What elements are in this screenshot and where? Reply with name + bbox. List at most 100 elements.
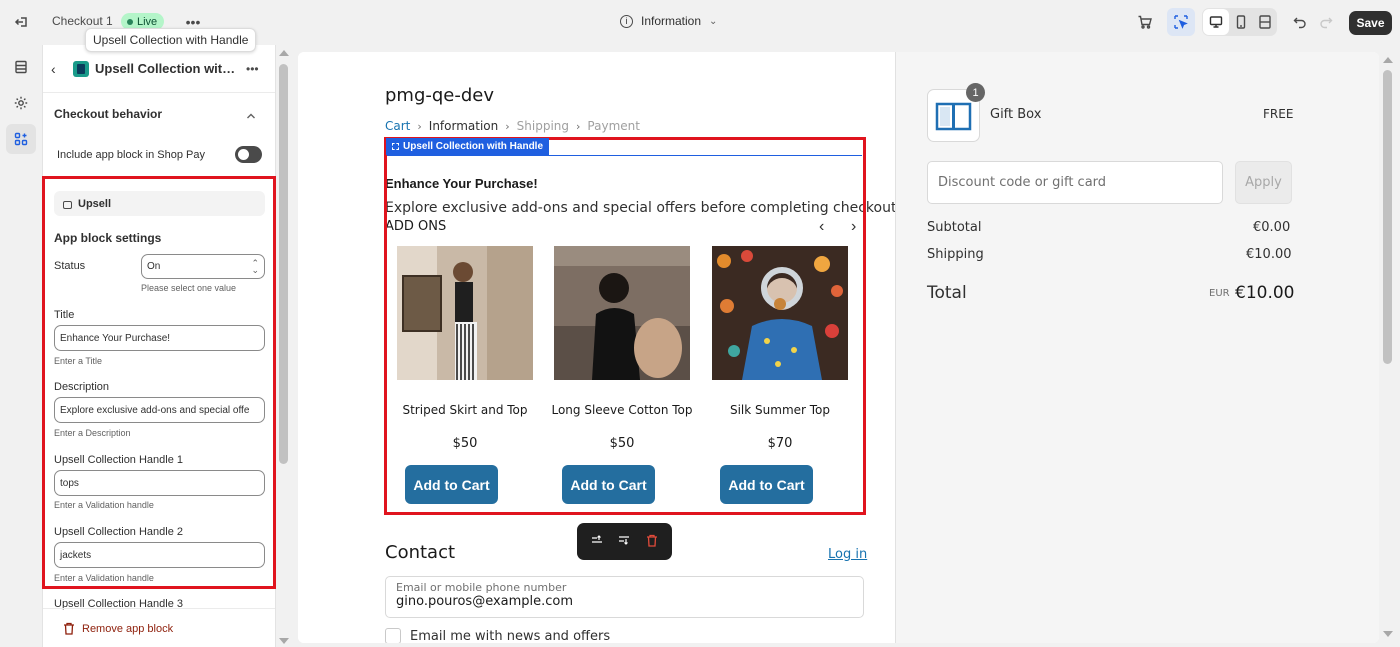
subtotal-label: Subtotal (927, 220, 982, 235)
email-label: Email or mobile phone number (396, 581, 567, 594)
page-name[interactable]: Checkout 1 (52, 14, 113, 28)
upsell-description: Explore exclusive add-ons and special of… (385, 200, 901, 216)
page-selector[interactable]: i Information ⌄ (620, 14, 717, 28)
remove-app-block-button[interactable]: Remove app block (63, 622, 173, 635)
product-card: Silk Summer Top $70 Add to Cart (712, 246, 848, 504)
scroll-down-icon[interactable] (279, 638, 289, 644)
back-chevron-icon[interactable]: ‹ (51, 61, 65, 77)
shop-pay-toggle[interactable] (235, 146, 262, 163)
scroll-down-icon[interactable] (1383, 631, 1393, 637)
subtotal-value: €0.00 (1253, 220, 1291, 235)
login-link[interactable]: Log in (828, 547, 867, 562)
newsletter-label: Email me with news and offers (410, 628, 611, 644)
section-title[interactable]: Checkout behavior (54, 107, 162, 121)
store-name[interactable]: pmg-qe-dev (385, 85, 494, 106)
handle2-help: Enter a Validation handle (54, 573, 154, 583)
product-image[interactable] (397, 246, 533, 380)
redo-icon[interactable] (1312, 8, 1340, 36)
product-price: $50 (452, 436, 478, 451)
product-price: $50 (609, 436, 635, 451)
currency-code: EUR (1209, 288, 1230, 299)
item-price: FREE (1263, 107, 1294, 121)
handle2-input[interactable]: jackets (54, 542, 265, 568)
order-summary: 1 Gift Box FREE Discount code or gift ca… (895, 52, 1379, 643)
handle1-label: Upsell Collection Handle 1 (54, 454, 184, 466)
breadcrumb-payment: Payment (587, 119, 640, 133)
tooltip: Upsell Collection with Handle (85, 28, 257, 52)
email-field[interactable]: Email or mobile phone number gino.pouros… (385, 576, 864, 618)
item-name: Gift Box (990, 107, 1042, 122)
more-icon[interactable]: ••• (246, 62, 259, 76)
selected-block-text: Upsell Collection with Handle (403, 141, 544, 152)
add-to-cart-button[interactable]: Add to Cart (562, 465, 655, 504)
product-name[interactable]: Silk Summer Top (700, 403, 860, 417)
desktop-icon[interactable] (1203, 9, 1229, 35)
status-value: On (147, 261, 161, 272)
app-logo-icon (73, 60, 89, 77)
block-tag-label: Upsell (78, 197, 112, 210)
settings-icon[interactable] (7, 89, 35, 117)
newsletter-checkbox[interactable] (385, 628, 401, 643)
inspector-icon[interactable] (1167, 8, 1195, 36)
page-selector-label: Information (641, 14, 702, 28)
product-image[interactable] (712, 246, 848, 380)
chevron-down-icon: ⌄ (709, 15, 718, 27)
carousel-next-icon[interactable]: › (851, 218, 856, 236)
select-arrows-icon: ⌃ ⌄ (251, 257, 259, 275)
block-toolbar (577, 523, 672, 560)
move-up-icon[interactable] (591, 534, 603, 549)
product-name[interactable]: Long Sleeve Cotton Top (542, 403, 702, 417)
divider (43, 608, 275, 609)
shipping-value: €10.00 (1246, 247, 1292, 262)
discount-input[interactable]: Discount code or gift card (927, 161, 1223, 204)
preview-canvas: pmg-qe-dev Cart › Information › Shipping… (298, 52, 1379, 643)
apply-button[interactable]: Apply (1235, 161, 1292, 204)
top-bar: Checkout 1 Live ••• Upsell Collection wi… (0, 0, 1400, 52)
panel-scroll-thumb[interactable] (279, 64, 288, 464)
block-tag[interactable]: Upsell (54, 191, 265, 216)
scroll-up-icon[interactable] (279, 50, 289, 56)
selection-outline (386, 155, 862, 156)
cart-icon[interactable] (1131, 8, 1159, 36)
breadcrumb-cart[interactable]: Cart (385, 119, 410, 133)
addons-label: ADD ONS (385, 219, 447, 234)
add-to-cart-button[interactable]: Add to Cart (405, 465, 498, 504)
email-value: gino.pouros@example.com (396, 594, 574, 609)
sections-icon[interactable] (7, 53, 35, 81)
carousel-prev-icon[interactable]: ‹ (819, 218, 824, 236)
title-input[interactable]: Enhance Your Purchase! (54, 325, 265, 351)
apps-icon[interactable] (6, 124, 36, 154)
chevron-up-icon[interactable] (246, 107, 256, 125)
product-image[interactable] (554, 246, 690, 380)
fullwidth-icon[interactable] (1251, 8, 1279, 36)
product-name[interactable]: Striped Skirt and Top (385, 403, 545, 417)
newsletter-option[interactable]: Email me with news and offers (385, 628, 610, 643)
add-to-cart-button[interactable]: Add to Cart (720, 465, 813, 504)
exit-icon[interactable] (8, 8, 36, 36)
title-help: Enter a Title (54, 356, 103, 366)
scroll-up-icon[interactable] (1383, 57, 1393, 63)
breadcrumb-shipping: Shipping (516, 119, 570, 133)
selected-block-label[interactable]: Upsell Collection with Handle (386, 138, 550, 155)
description-label: Description (54, 381, 110, 393)
panel-title: Upsell Collection with H... (95, 61, 240, 76)
save-button[interactable]: Save (1349, 11, 1392, 35)
move-down-icon[interactable] (618, 534, 630, 549)
delete-icon[interactable] (646, 534, 658, 550)
info-icon: i (620, 14, 633, 28)
total-value: €10.00 (1235, 283, 1295, 303)
checkout-main: pmg-qe-dev Cart › Information › Shipping… (298, 52, 901, 643)
block-select-icon (392, 143, 399, 150)
lock-icon (63, 200, 72, 209)
description-input[interactable]: Explore exclusive add-ons and special of… (54, 397, 265, 423)
status-select[interactable]: On ⌃ ⌄ (141, 254, 265, 279)
status-label: Status (54, 260, 86, 272)
description-help: Enter a Description (54, 428, 131, 438)
panel-header: ‹ Upsell Collection with H... ••• (43, 45, 275, 93)
handle2-label: Upsell Collection Handle 2 (54, 526, 184, 538)
handle1-input[interactable]: tops (54, 470, 265, 496)
handle1-help: Enter a Validation handle (54, 500, 154, 510)
chevron-right-icon: › (505, 119, 510, 133)
preview-scroll-thumb[interactable] (1383, 70, 1392, 364)
undo-icon[interactable] (1286, 8, 1314, 36)
